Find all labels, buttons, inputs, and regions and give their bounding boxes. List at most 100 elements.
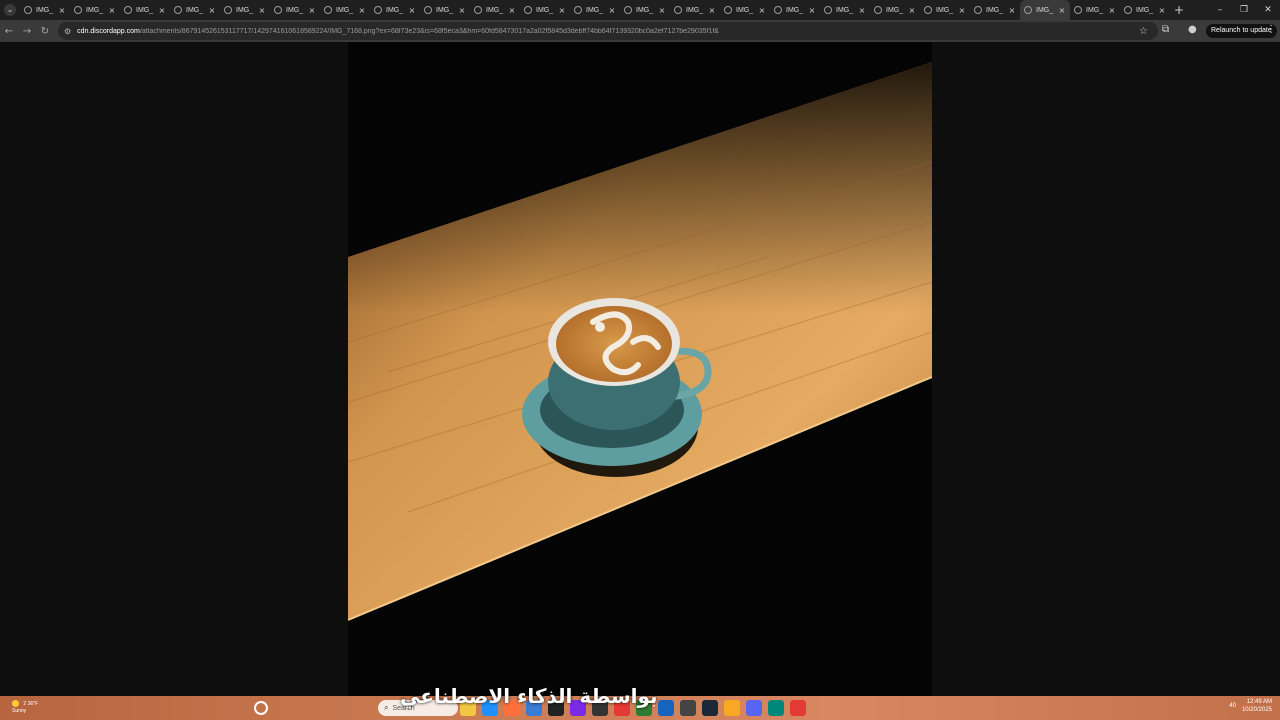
tab-title: IMG_ <box>736 6 754 14</box>
tab-title: IMG_ <box>936 6 954 14</box>
close-tab-icon[interactable]: × <box>358 6 366 15</box>
browser-tab[interactable]: IMG_ × <box>1120 0 1170 20</box>
close-tab-icon[interactable]: × <box>108 6 116 15</box>
minimize-icon[interactable]: – <box>1208 0 1232 20</box>
clock[interactable]: 12:49 AM 10/20/2025 <box>1242 698 1272 714</box>
browser-tab[interactable]: IMG_ × <box>870 0 920 20</box>
globe-icon <box>1074 6 1082 14</box>
browser-tab[interactable]: IMG_ × <box>270 0 320 20</box>
browser-tab[interactable]: IMG_ × <box>1070 0 1120 20</box>
browser-tab[interactable]: IMG_ × <box>420 0 470 20</box>
profile-avatar[interactable]: ● <box>1188 24 1197 35</box>
app-icon[interactable] <box>724 700 740 716</box>
bookmark-star-icon[interactable]: ☆ <box>1139 26 1148 37</box>
tab-title: IMG_ <box>1086 6 1104 14</box>
browser-tab[interactable]: IMG_ × <box>520 0 570 20</box>
tray-count[interactable]: 40 <box>1229 703 1236 709</box>
close-tab-icon[interactable]: × <box>1158 6 1166 15</box>
tab-title: IMG_ <box>186 6 204 14</box>
close-tab-icon[interactable]: × <box>858 6 866 15</box>
clock-time: 12:49 AM <box>1246 699 1272 705</box>
browser-tab[interactable]: IMG_ × <box>670 0 720 20</box>
address-bar[interactable]: ⚙ cdn.discordapp.com /attachments/867914… <box>58 22 1158 40</box>
browser-tab[interactable]: IMG_ × <box>770 0 820 20</box>
close-tab-icon[interactable]: × <box>558 6 566 15</box>
app-icon[interactable] <box>768 700 784 716</box>
browser-tab[interactable]: IMG_ × <box>220 0 270 20</box>
globe-icon <box>474 6 482 14</box>
app-icon[interactable] <box>658 700 674 716</box>
reload-button[interactable]: ↻ <box>36 20 54 42</box>
close-tab-icon[interactable]: × <box>1108 6 1116 15</box>
globe-icon <box>24 6 32 14</box>
close-tab-icon[interactable]: × <box>458 6 466 15</box>
weather-temp: 36°F <box>27 700 39 707</box>
browser-tab[interactable]: IMG_ × <box>320 0 370 20</box>
start-button[interactable] <box>254 701 268 715</box>
tab-title: IMG_ <box>786 6 804 14</box>
close-icon[interactable]: ✕ <box>1256 0 1280 20</box>
close-tab-icon[interactable]: × <box>58 6 66 15</box>
close-tab-icon[interactable]: × <box>958 6 966 15</box>
tab-title: IMG_ <box>286 6 304 14</box>
close-tab-icon[interactable]: × <box>208 6 216 15</box>
app-icon[interactable] <box>680 700 696 716</box>
tab-title: IMG_ <box>536 6 554 14</box>
restore-icon[interactable]: ❐ <box>1232 0 1256 20</box>
tab-title: IMG_ <box>586 6 604 14</box>
weather-desc: Sunny <box>12 707 27 714</box>
discord-icon[interactable] <box>746 700 762 716</box>
close-tab-icon[interactable]: × <box>1058 6 1066 15</box>
extensions-icon[interactable]: ⧉ <box>1162 24 1169 35</box>
new-tab-button[interactable]: + <box>1170 3 1188 17</box>
browser-tab[interactable]: IMG_ × <box>1020 0 1070 20</box>
browser-tab[interactable]: IMG_ × <box>370 0 420 20</box>
close-tab-icon[interactable]: × <box>508 6 516 15</box>
menu-icon[interactable]: ⋮ <box>1266 24 1276 35</box>
close-tab-icon[interactable]: × <box>1008 6 1016 15</box>
browser-tab[interactable]: IMG_ × <box>570 0 620 20</box>
globe-icon <box>374 6 382 14</box>
app-icon[interactable] <box>790 700 806 716</box>
chevron-down-icon: ⌄ <box>4 4 16 16</box>
tab-title: IMG_ <box>86 6 104 14</box>
close-tab-icon[interactable]: × <box>908 6 916 15</box>
browser-tab[interactable]: IMG_ × <box>620 0 670 20</box>
browser-tab[interactable]: IMG_ × <box>970 0 1020 20</box>
browser-tab[interactable]: IMG_ × <box>20 0 70 20</box>
back-button[interactable]: ← <box>0 20 18 42</box>
overlay-caption: بواسطة الذكاء الاصطناعي <box>400 684 658 708</box>
close-tab-icon[interactable]: × <box>408 6 416 15</box>
close-tab-icon[interactable]: × <box>808 6 816 15</box>
tab-title: IMG_ <box>436 6 454 14</box>
browser-tab[interactable]: IMG_ × <box>70 0 120 20</box>
globe-icon <box>924 6 932 14</box>
window-controls: – ❐ ✕ <box>1208 0 1280 20</box>
close-tab-icon[interactable]: × <box>658 6 666 15</box>
site-info-icon[interactable]: ⚙ <box>64 27 71 36</box>
close-tab-icon[interactable]: × <box>308 6 316 15</box>
browser-tab[interactable]: IMG_ × <box>720 0 770 20</box>
browser-tab[interactable]: IMG_ × <box>470 0 520 20</box>
search-icon: ⌕ <box>384 703 389 712</box>
steam-icon[interactable] <box>702 700 718 716</box>
browser-tab[interactable]: IMG_ × <box>170 0 220 20</box>
tab-list: IMG_ × IMG_ × IMG_ × IMG_ × IMG_ × IMG_ × IMG_ × IMG_ ×… <box>20 0 1170 20</box>
globe-icon <box>724 6 732 14</box>
close-tab-icon[interactable]: × <box>158 6 166 15</box>
clock-date: 10/20/2025 <box>1241 707 1272 713</box>
browser-tab[interactable]: IMG_ × <box>920 0 970 20</box>
weather-widget[interactable]: 2 36°F Sunny <box>12 700 38 715</box>
close-tab-icon[interactable]: × <box>608 6 616 15</box>
browser-tab[interactable]: IMG_ × <box>820 0 870 20</box>
tab-search-button[interactable]: ⌄ <box>0 0 20 20</box>
browser-tab[interactable]: IMG_ × <box>120 0 170 20</box>
close-tab-icon[interactable]: × <box>258 6 266 15</box>
url-path: /attachments/867914526153117717/14297416… <box>139 27 719 35</box>
forward-button[interactable]: → <box>18 20 36 42</box>
close-tab-icon[interactable]: × <box>758 6 766 15</box>
tab-title: IMG_ <box>636 6 654 14</box>
globe-icon <box>324 6 332 14</box>
globe-icon <box>74 6 82 14</box>
close-tab-icon[interactable]: × <box>708 6 716 15</box>
